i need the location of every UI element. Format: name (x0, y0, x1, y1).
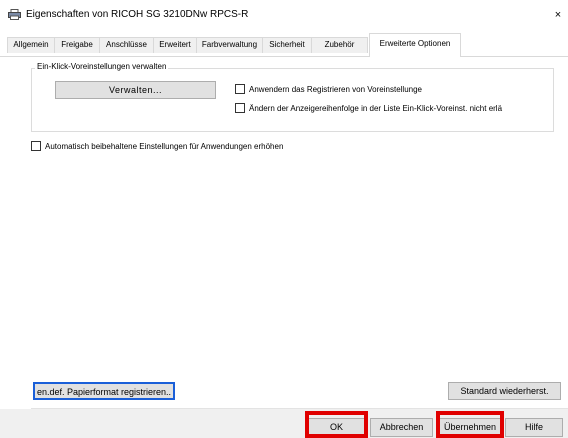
checkbox-square[interactable] (235, 103, 245, 113)
restore-default-button[interactable]: Standard wiederherst. (448, 382, 561, 400)
tab-strip: Allgemein Freigabe Anschlüsse Erweitert … (0, 33, 568, 57)
help-button[interactable]: Hilfe (505, 418, 563, 437)
disallow-change-order-checkbox[interactable]: Ändern der Anzeigereihenfolge in der Lis… (235, 103, 502, 113)
printer-icon (8, 9, 21, 20)
manage-button[interactable]: Verwalten... (55, 81, 216, 99)
tab-zubehoer[interactable]: Zubehör (311, 37, 368, 53)
register-paper-size-button[interactable]: en.def. Papierformat registrieren.. (33, 382, 175, 400)
auto-increase-settings-checkbox[interactable]: Automatisch beibehaltene Einstellungen f… (31, 141, 283, 151)
apply-button[interactable]: Übernehmen (439, 418, 501, 437)
tab-freigabe[interactable]: Freigabe (54, 37, 100, 53)
close-button[interactable]: × (548, 0, 568, 30)
checkbox-square[interactable] (31, 141, 41, 151)
tab-erweiterte-optionen[interactable]: Erweiterte Optionen (369, 33, 461, 57)
disallow-change-order-label: Ändern der Anzeigereihenfolge in der Lis… (249, 103, 503, 113)
allow-register-presets-checkbox[interactable]: Anwendern das Registrieren von Voreinste… (235, 84, 422, 94)
tab-allgemein[interactable]: Allgemein (7, 37, 55, 53)
checkbox-square[interactable] (235, 84, 245, 94)
tab-sicherheit[interactable]: Sicherheit (262, 37, 312, 53)
cancel-button[interactable]: Abbrechen (370, 418, 433, 437)
auto-increase-settings-label: Automatisch beibehaltene Einstellungen f… (45, 141, 284, 151)
title-bar: Eigenschaften von RICOH SG 3210DNw RPCS-… (0, 0, 568, 30)
tab-farbverwaltung[interactable]: Farbverwaltung (196, 37, 263, 53)
ok-button[interactable]: OK (308, 418, 365, 437)
one-click-presets-group (31, 68, 554, 132)
one-click-presets-group-title: Ein-Klick-Voreinstellungen verwalten (35, 62, 169, 71)
tab-anschluesse[interactable]: Anschlüsse (99, 37, 154, 53)
allow-register-presets-label: Anwendern das Registrieren von Voreinste… (249, 84, 422, 94)
tab-erweitert[interactable]: Erweitert (153, 37, 197, 53)
window-title: Eigenschaften von RICOH SG 3210DNw RPCS-… (26, 9, 249, 20)
